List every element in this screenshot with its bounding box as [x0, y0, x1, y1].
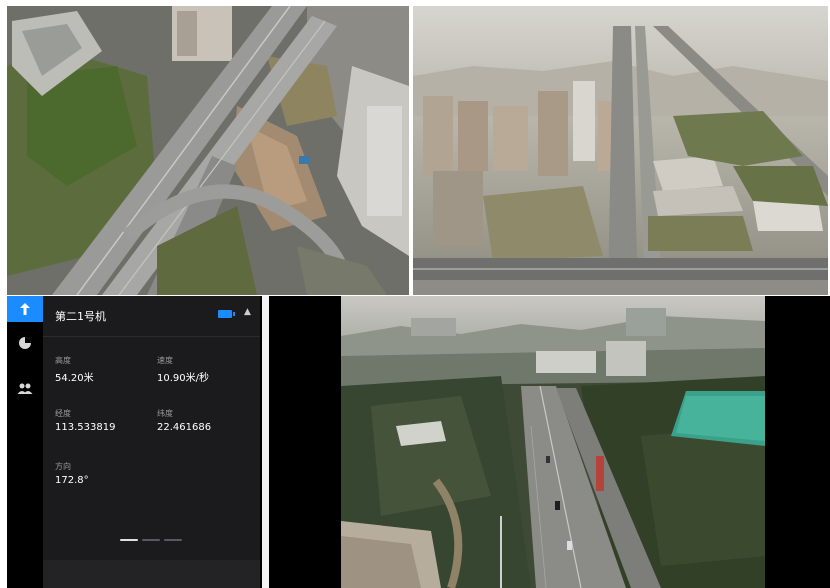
video-wall: 第二1号机 ▲ 高度 54.20米 速度 10.90米/秒 经度 113.533…: [0, 0, 830, 588]
sidebar: [7, 296, 43, 588]
longitude-value: 113.533819: [55, 422, 116, 433]
live-video-feed[interactable]: [341, 296, 765, 588]
pager-dot-1[interactable]: [120, 539, 138, 541]
battery-icon: [218, 310, 235, 318]
altitude-label: 高度: [55, 356, 71, 365]
panel-title: 第二1号机: [55, 310, 106, 323]
sidebar-item-users[interactable]: [7, 376, 43, 402]
heading-value: 172.8°: [55, 475, 89, 486]
sidebar-item-stats[interactable]: [7, 330, 43, 356]
overpass-image: [7, 6, 409, 295]
telemetry-panel: 第二1号机 ▲ 高度 54.20米 速度 10.90米/秒 经度 113.533…: [43, 296, 260, 588]
panel-header[interactable]: 第二1号机 ▲: [43, 296, 260, 337]
aerial-photo-overpass[interactable]: [7, 6, 409, 295]
panel-divider: [262, 296, 269, 588]
pager-dot-2[interactable]: [142, 539, 160, 541]
speed-label: 速度: [157, 356, 173, 365]
speed-value: 10.90米/秒: [157, 373, 209, 384]
sidebar-item-drone[interactable]: [7, 296, 43, 322]
panel-footer: [43, 560, 260, 588]
users-icon: [17, 383, 33, 394]
aerial-photo-city[interactable]: [413, 6, 828, 295]
latitude-value: 22.461686: [157, 422, 212, 433]
longitude-label: 经度: [55, 409, 71, 418]
latitude-label: 纬度: [157, 409, 173, 418]
pie-chart-icon: [19, 337, 31, 349]
city-haze-image: [413, 6, 828, 295]
chevron-up-icon[interactable]: ▲: [244, 307, 251, 317]
pager-dot-3[interactable]: [164, 539, 182, 541]
altitude-value: 54.20米: [55, 373, 94, 384]
drone-feed-image: [341, 296, 765, 588]
heading-label: 方向: [55, 462, 71, 471]
drone-takeoff-icon: [20, 303, 30, 315]
